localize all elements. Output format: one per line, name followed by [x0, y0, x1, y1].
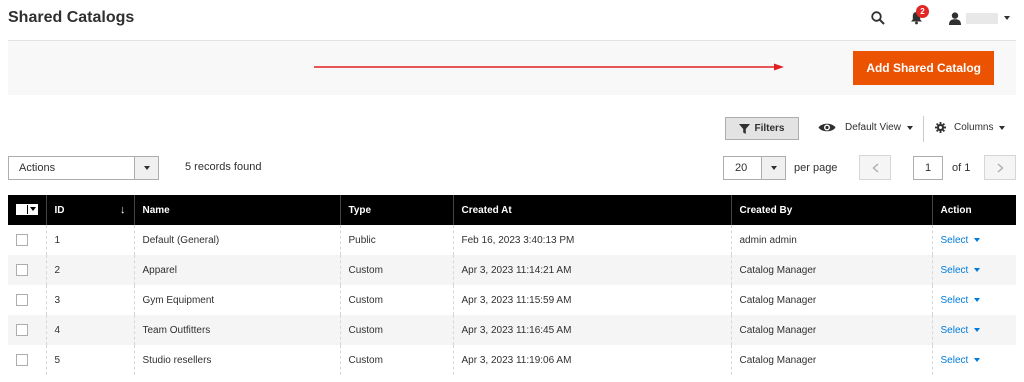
mass-actions-label: Actions: [19, 162, 56, 174]
chevron-left-icon: [871, 162, 878, 173]
cell-id: 4: [45, 315, 134, 345]
chevron-down-icon: [974, 268, 981, 272]
shared-catalogs-grid: ID ↓ Name Type Created At Created By Acti…: [8, 195, 1016, 375]
per-page-select[interactable]: 20: [723, 156, 786, 180]
cell-created-by: Catalog Manager: [730, 255, 932, 285]
cell-created-at: Apr 3, 2023 11:19:06 AM: [452, 345, 731, 375]
cell-name: Apparel: [133, 255, 340, 285]
cell-type: Custom: [339, 285, 453, 315]
cell-created-at: Feb 16, 2023 3:40:13 PM: [452, 225, 731, 255]
columns-label: Columns: [954, 122, 994, 133]
view-label: Default View: [845, 122, 901, 133]
table-row: 3 Gym Equipment Custom Apr 3, 2023 11:15…: [8, 285, 1016, 315]
mass-select-header[interactable]: [8, 195, 46, 225]
cell-name: Studio resellers: [133, 345, 340, 375]
column-header-action: Action: [931, 195, 1016, 225]
records-found: 5 records found: [185, 161, 262, 173]
toolbar-divider: [923, 116, 924, 142]
table-row: 2 Apparel Custom Apr 3, 2023 11:14:21 AM…: [8, 255, 1016, 285]
user-name[interactable]: [966, 12, 998, 24]
cell-name: Default (General): [133, 225, 340, 255]
notifications-bell[interactable]: 2: [908, 5, 929, 26]
notification-count-badge: 2: [916, 5, 929, 18]
row-action-select[interactable]: Select: [941, 355, 981, 366]
row-checkbox[interactable]: [16, 324, 28, 336]
total-pages-label: of 1: [952, 162, 971, 174]
column-header-type[interactable]: Type: [339, 195, 453, 225]
column-header-created-at[interactable]: Created At: [452, 195, 731, 225]
cell-created-by: Catalog Manager: [730, 315, 932, 345]
column-header-name[interactable]: Name: [133, 195, 340, 225]
page-actions-bar: Add Shared Catalog: [8, 40, 1016, 95]
row-checkbox[interactable]: [16, 354, 28, 366]
per-page-label: per page: [794, 162, 838, 174]
table-row: 1 Default (General) Public Feb 16, 2023 …: [8, 225, 1016, 255]
chevron-down-icon: [974, 328, 981, 332]
cell-created-at: Apr 3, 2023 11:16:45 AM: [452, 315, 731, 345]
cell-id: 2: [45, 255, 134, 285]
row-checkbox[interactable]: [16, 234, 28, 246]
row-action-select[interactable]: Select: [941, 265, 981, 276]
chevron-down-icon: [134, 157, 158, 179]
cell-created-at: Apr 3, 2023 11:14:21 AM: [452, 255, 731, 285]
mass-select-checkbox[interactable]: [16, 203, 38, 215]
chevron-down-icon: [974, 298, 981, 302]
filters-button[interactable]: Filters: [725, 117, 799, 140]
page-title: Shared Catalogs: [8, 9, 135, 26]
cell-type: Custom: [339, 345, 453, 375]
row-checkbox[interactable]: [16, 294, 28, 306]
row-checkbox[interactable]: [16, 264, 28, 276]
mass-actions-select[interactable]: Actions: [8, 156, 159, 180]
chevron-down-icon: [999, 125, 1006, 130]
table-header-row: ID ↓ Name Type Created At Created By Acti…: [8, 195, 1016, 225]
annotation-arrow: [314, 63, 784, 71]
cell-created-by: Catalog Manager: [730, 285, 932, 315]
chevron-down-icon: [761, 157, 785, 179]
columns-dropdown[interactable]: Columns: [935, 122, 1006, 133]
add-shared-catalog-button[interactable]: Add Shared Catalog: [853, 51, 994, 85]
cell-type: Custom: [339, 315, 453, 345]
cell-name: Gym Equipment: [133, 285, 340, 315]
cell-id: 1: [45, 225, 134, 255]
table-row: 4 Team Outfitters Custom Apr 3, 2023 11:…: [8, 315, 1016, 345]
default-view-dropdown[interactable]: Default View: [818, 122, 913, 133]
column-header-created-by[interactable]: Created By: [730, 195, 932, 225]
cell-created-by: admin admin: [730, 225, 932, 255]
cell-name: Team Outfitters: [133, 315, 340, 345]
row-action-select[interactable]: Select: [941, 235, 981, 246]
table-row: 5 Studio resellers Custom Apr 3, 2023 11…: [8, 345, 1016, 375]
cell-id: 5: [45, 345, 134, 375]
chevron-down-icon: [974, 358, 981, 362]
chevron-down-icon: [974, 238, 981, 242]
gear-icon: [935, 122, 946, 133]
row-action-select[interactable]: Select: [941, 295, 981, 306]
sort-down-icon: ↓: [120, 204, 126, 216]
header-actions: 2: [870, 5, 1010, 28]
filters-label: Filters: [754, 123, 785, 134]
cell-type: Custom: [339, 255, 453, 285]
cell-created-at: Apr 3, 2023 11:15:59 AM: [452, 285, 731, 315]
search-icon[interactable]: [870, 10, 886, 26]
user-menu-chevron-icon[interactable]: [1004, 16, 1010, 20]
cell-created-by: Catalog Manager: [730, 345, 932, 375]
cell-id: 3: [45, 285, 134, 315]
filter-icon: [739, 123, 751, 134]
next-page-button[interactable]: [984, 155, 1016, 180]
chevron-right-icon: [997, 162, 1004, 173]
column-header-id[interactable]: ID ↓: [45, 195, 134, 225]
cell-type: Public: [339, 225, 453, 255]
user-icon[interactable]: [948, 11, 962, 25]
previous-page-button[interactable]: [859, 155, 891, 180]
chevron-down-icon: [906, 125, 913, 130]
chevron-down-icon: [30, 207, 36, 211]
current-page-input[interactable]: 1: [913, 156, 943, 180]
eye-icon: [818, 123, 836, 132]
row-action-select[interactable]: Select: [941, 325, 981, 336]
per-page-value: 20: [735, 162, 748, 174]
